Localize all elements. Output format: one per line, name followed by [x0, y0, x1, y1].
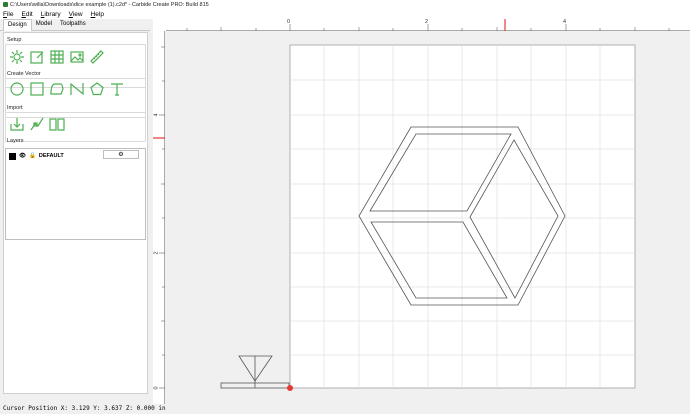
- origin-marker-icon: [287, 385, 293, 391]
- eye-icon[interactable]: 👁: [19, 153, 26, 159]
- measure-icon[interactable]: [89, 49, 105, 65]
- grid-icon[interactable]: [49, 49, 65, 65]
- import-vector-icon[interactable]: [29, 116, 45, 132]
- layer-name: DEFAULT: [38, 153, 64, 159]
- ruler-x-label-2: 2: [425, 19, 429, 25]
- ruler-x-label-4: 4: [563, 19, 567, 25]
- pentagon-icon[interactable]: [89, 81, 105, 97]
- left-panel: Design Model Toolpaths Setup Create Vect…: [0, 19, 150, 404]
- section-setup-title: Setup: [7, 37, 22, 43]
- app-icon: [3, 2, 8, 7]
- menu-bar: File Edit Library View Help: [0, 9, 690, 19]
- polygon-icon[interactable]: [49, 81, 65, 97]
- stock-material: [289, 44, 636, 389]
- ruler-y-label-4: 4: [153, 113, 160, 117]
- text-icon[interactable]: [109, 81, 125, 97]
- layer-color-swatch[interactable]: [9, 152, 16, 160]
- image-icon[interactable]: [69, 49, 85, 65]
- curve-icon[interactable]: [69, 81, 85, 97]
- window-titlebar: C:\Users\willa\Downloads\dice example (1…: [0, 0, 690, 9]
- design-canvas[interactable]: 0 2 4 4 2 0: [153, 19, 690, 404]
- tab-toolpaths[interactable]: Toolpaths: [56, 19, 90, 31]
- ruler-x-label-0: 0: [287, 19, 291, 25]
- lock-icon[interactable]: 🔒: [29, 153, 36, 159]
- tab-model[interactable]: Model: [32, 19, 56, 31]
- ruler-y-label-2: 2: [153, 251, 160, 255]
- menu-file[interactable]: File: [3, 11, 14, 18]
- import-icon[interactable]: [9, 116, 25, 132]
- menu-edit[interactable]: Edit: [22, 11, 33, 18]
- circle-icon[interactable]: [9, 81, 25, 97]
- setup-icons: [9, 49, 105, 65]
- section-create-vector-title: Create Vector: [7, 71, 41, 77]
- vertical-ruler: 4 2 0: [153, 31, 165, 404]
- cursor-position: Cursor Position X: 3.129 Y: 3.637 Z: 0.0…: [3, 405, 166, 412]
- menu-library[interactable]: Library: [41, 11, 61, 18]
- horizontal-ruler: 0 2 4: [166, 19, 690, 31]
- job-setup-icon[interactable]: [9, 49, 25, 65]
- layer-settings-button[interactable]: ⚙: [103, 150, 139, 159]
- workspace[interactable]: [166, 31, 690, 404]
- section-import-title: Import: [7, 105, 23, 111]
- tab-bar: Design Model Toolpaths: [0, 19, 150, 31]
- edit-icon[interactable]: [29, 49, 45, 65]
- section-layers-title: Layers: [7, 138, 24, 144]
- import-icons: [9, 116, 65, 132]
- menu-view[interactable]: View: [69, 11, 83, 18]
- tool-cone-icon: [238, 355, 273, 382]
- ruler-corner: [153, 19, 166, 31]
- ruler-y-label-0: 0: [153, 386, 160, 390]
- menu-help[interactable]: Help: [91, 11, 104, 18]
- library-book-icon[interactable]: [49, 116, 65, 132]
- window-title: C:\Users\willa\Downloads\dice example (1…: [10, 1, 209, 8]
- rectangle-icon[interactable]: [29, 81, 45, 97]
- create-vector-icons: [9, 81, 125, 97]
- layers-list: 👁 🔒 DEFAULT: [5, 148, 146, 240]
- tab-design[interactable]: Design: [3, 19, 32, 31]
- origin-indicator: [220, 355, 293, 391]
- status-bar: Cursor Position X: 3.129 Y: 3.637 Z: 0.0…: [0, 404, 690, 414]
- gear-icon: ⚙: [118, 152, 124, 158]
